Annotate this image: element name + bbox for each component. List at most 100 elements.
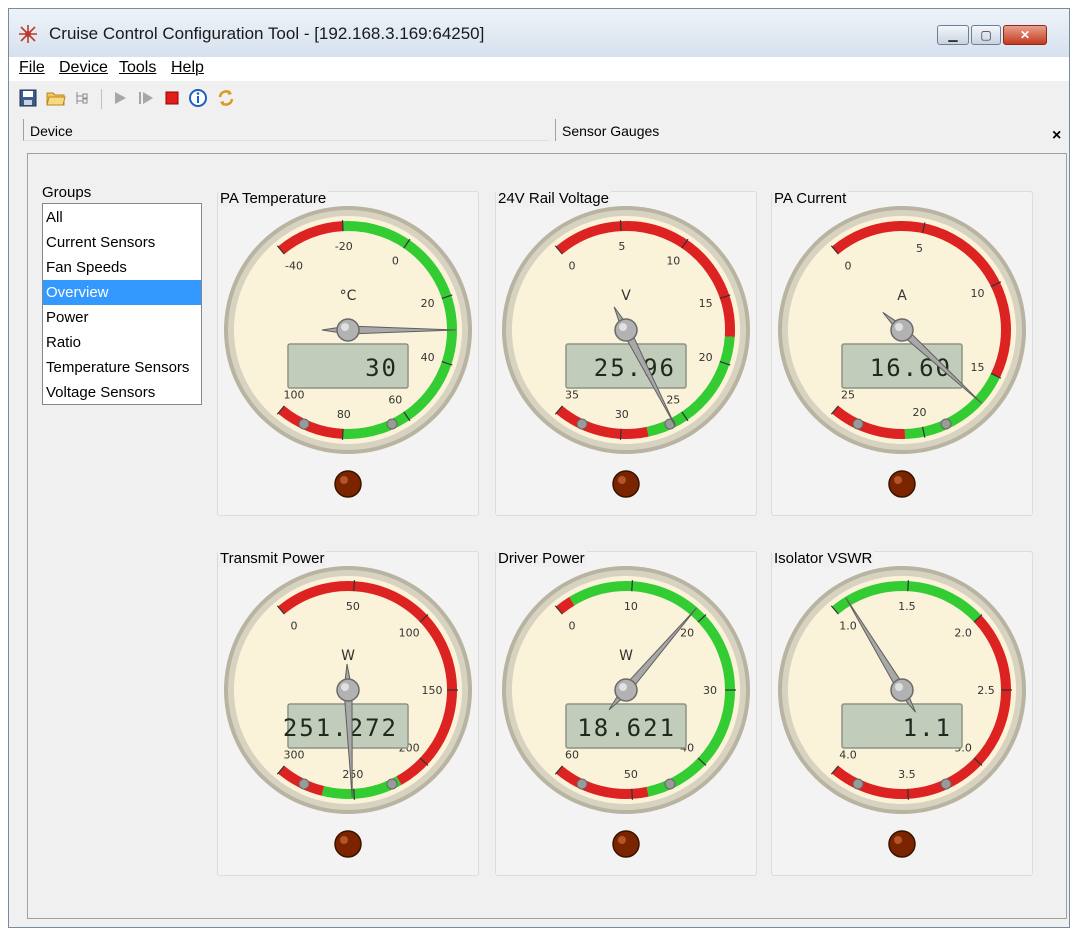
group-item-overview[interactable]: Overview [43, 280, 201, 305]
tick-label: 60 [388, 393, 402, 406]
refresh-button[interactable] [215, 87, 237, 109]
info-button[interactable] [187, 87, 209, 109]
tree-button[interactable] [71, 87, 93, 109]
app-icon [19, 25, 37, 43]
minimize-icon: ▁ [948, 28, 958, 42]
screw-left [298, 778, 310, 790]
toolbar [9, 83, 1069, 115]
tree-icon [76, 92, 88, 104]
info-icon [189, 89, 207, 107]
gauge-pa-current: PA Current 0 5 10 15 20 25 A 16.60 [771, 190, 1033, 516]
status-led-highlight [894, 476, 902, 484]
gauge-dial: 0102030405060W18.621 [502, 566, 750, 858]
unit-label: A [897, 288, 907, 304]
gauge-dial: 050100150200250300W251.272 [224, 566, 472, 858]
tick-mark [353, 788, 355, 800]
status-led-highlight [340, 836, 348, 844]
tick-label: 10 [970, 287, 984, 300]
group-item-ratio[interactable]: Ratio [43, 330, 201, 355]
close-tab-icon[interactable]: × [1052, 127, 1061, 145]
play-button[interactable] [109, 87, 131, 109]
status-led-highlight [618, 476, 626, 484]
minimize-button[interactable]: ▁ [937, 25, 969, 45]
screw-right [940, 418, 952, 430]
open-button[interactable] [45, 87, 67, 109]
screw-left [576, 778, 588, 790]
save-button[interactable] [17, 87, 39, 109]
tick-label: 3.5 [898, 768, 916, 781]
tick-label: 10 [624, 600, 638, 613]
tick-label: 1.5 [898, 600, 916, 613]
status-led [334, 830, 362, 858]
screw-left [852, 418, 864, 430]
group-item-all[interactable]: All [43, 205, 201, 230]
tick-label: 50 [346, 600, 360, 613]
tick-label: 50 [624, 768, 638, 781]
needle-hub [614, 678, 638, 702]
group-item-voltage-sensors[interactable]: Voltage Sensors [43, 380, 201, 405]
needle-hub-highlight [341, 683, 349, 691]
tick-mark [907, 788, 909, 800]
groups-list[interactable]: All Current Sensors Fan Speeds Overview … [42, 203, 202, 405]
tick-label: 0 [569, 260, 576, 273]
tick-label: 10 [666, 255, 680, 268]
tick-label: 25 [841, 388, 855, 401]
maximize-button[interactable]: ▢ [971, 25, 1001, 45]
tick-mark [353, 580, 355, 592]
menu-tools[interactable]: Tools [119, 59, 156, 77]
needle-hub-highlight [341, 323, 349, 331]
needle-hub [336, 318, 360, 342]
group-item-current-sensors[interactable]: Current Sensors [43, 230, 201, 255]
gauge-pa-temperature: PA Temperature -40 -20 0 20 40 60 80 100 °C 30 [217, 190, 479, 516]
tick-label: 40 [421, 351, 435, 364]
status-led-highlight [340, 476, 348, 484]
tick-label: 0 [392, 255, 399, 268]
tick-label: 1.0 [839, 620, 857, 633]
menu-file[interactable]: File [19, 59, 45, 77]
needle-hub-highlight [895, 683, 903, 691]
status-led [888, 470, 916, 498]
tick-mark [907, 580, 909, 592]
tick-label: 250 [342, 768, 363, 781]
tick-label: 5 [916, 242, 923, 255]
group-item-fan-speeds[interactable]: Fan Speeds [43, 255, 201, 280]
status-led-highlight [618, 836, 626, 844]
screw-right [664, 418, 676, 430]
close-window-button[interactable]: ✕ [1003, 25, 1047, 45]
screw-left [576, 418, 588, 430]
tick-label: 15 [699, 297, 713, 310]
status-led [334, 470, 362, 498]
refresh-icon [218, 90, 234, 106]
tab-device[interactable]: Device [23, 119, 549, 141]
tick-label: 20 [680, 626, 694, 639]
status-led [888, 830, 916, 858]
gauge-dial: 0510152025A16.60 [778, 206, 1026, 498]
tick-label: 80 [337, 408, 351, 421]
step-icon [139, 92, 153, 104]
group-item-temperature-sensors[interactable]: Temperature Sensors [43, 355, 201, 380]
tick-label: 100 [284, 388, 305, 401]
tick-label: 4.0 [839, 748, 857, 761]
menu-help[interactable]: Help [171, 59, 204, 77]
menu-device[interactable]: Device [59, 59, 108, 77]
lcd-value: 251.272 [283, 714, 398, 742]
tab-sensor-gauges[interactable]: Sensor Gauges [555, 119, 855, 141]
tick-mark [631, 580, 633, 592]
tick-label: 30 [703, 684, 717, 697]
tick-label: 2.0 [954, 626, 972, 639]
needle-hub-highlight [895, 323, 903, 331]
gauge-24v-rail-voltage: 24V Rail Voltage 0 5 10 15 20 25 30 35 V 25.96 [495, 190, 757, 516]
gauge-transmit-power: Transmit Power 0 50 100 150 200 250 300 W 251.27… [217, 550, 479, 876]
lcd-value: 30 [365, 354, 398, 382]
tick-label: 300 [284, 748, 305, 761]
status-led-highlight [894, 836, 902, 844]
unit-label: W [619, 648, 633, 664]
tick-mark [619, 220, 622, 232]
tick-label: 30 [615, 408, 629, 421]
stop-button[interactable] [161, 87, 183, 109]
gauge-driver-power: Driver Power 0 10 20 30 40 50 60 W 18.621 [495, 550, 757, 876]
step-button[interactable] [135, 87, 157, 109]
status-led [612, 470, 640, 498]
needle-hub-highlight [619, 683, 627, 691]
group-item-power[interactable]: Power [43, 305, 201, 330]
